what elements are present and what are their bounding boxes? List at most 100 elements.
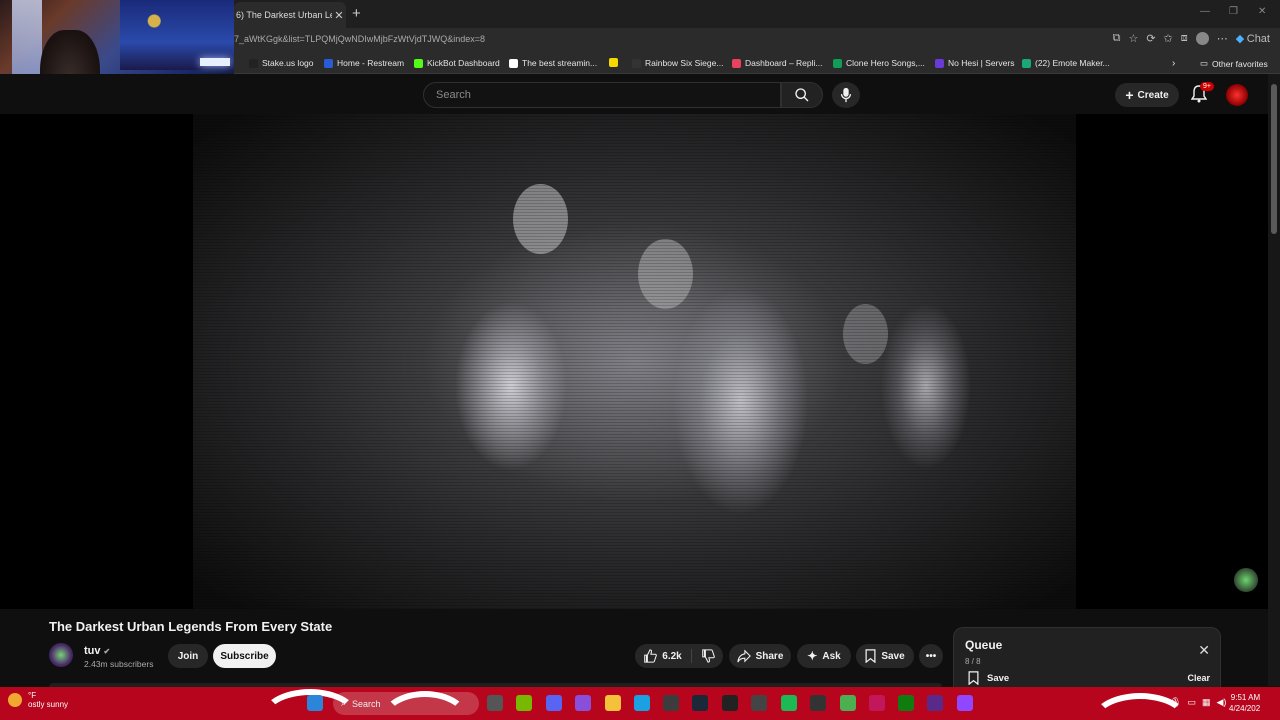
new-tab-icon[interactable]: + [352, 5, 361, 22]
bookmark-label: The best streamin... [522, 58, 598, 68]
thumbs-up-icon [644, 649, 658, 663]
more-actions-button[interactable]: ••• [919, 644, 943, 668]
network-icon: ▦ [1201, 697, 1211, 707]
voice-search-button[interactable] [832, 82, 860, 108]
maximize-icon[interactable]: ❐ [1229, 6, 1238, 17]
account-avatar[interactable] [1226, 84, 1248, 106]
join-button[interactable]: Join [168, 644, 208, 668]
microphone-icon [840, 87, 852, 103]
search-icon [795, 88, 809, 102]
system-tray[interactable]: 🎙 ▭ ▦ ◀) [1170, 697, 1226, 708]
subscribe-label: Subscribe [220, 650, 269, 662]
file-explorer-icon[interactable] [605, 695, 621, 711]
bookmark-favicon [632, 58, 641, 68]
scrollbar-thumb[interactable] [1271, 84, 1277, 234]
edge-icon[interactable] [634, 695, 650, 711]
volume-icon: ◀) [1216, 697, 1227, 707]
start-icon[interactable] [307, 695, 323, 711]
close-icon[interactable]: ✕ [1198, 642, 1210, 659]
app-b-icon[interactable] [840, 695, 856, 711]
other-favorites-label: Other favorites [1212, 58, 1268, 69]
weather-widget[interactable]: °F ostly sunny [8, 691, 68, 709]
copilot-chat-button[interactable]: ◆ Chat [1236, 32, 1270, 45]
ask-button[interactable]: ✦ Ask [797, 644, 851, 668]
verified-icon: ✔ [103, 647, 111, 656]
save-button[interactable]: Save [856, 644, 914, 668]
video-player[interactable] [0, 114, 1268, 609]
channel-watermark[interactable] [1234, 568, 1258, 592]
favorite-star-icon[interactable]: ☆ [1128, 32, 1138, 45]
profile-avatar[interactable] [1195, 32, 1209, 45]
search-input[interactable]: Search [423, 82, 781, 108]
join-label: Join [177, 650, 199, 662]
taskbar-search[interactable]: ⌕ Search [333, 692, 479, 715]
close-tab-icon[interactable]: ✕ [332, 9, 346, 22]
taskbar-clock[interactable]: 9:51 AM 4/24/202 [1229, 692, 1260, 714]
video-frame [193, 114, 1076, 609]
split-screen-icon[interactable]: ⧉ [1113, 32, 1121, 45]
bookmark-item[interactable]: (22) Emote Maker... [1022, 58, 1110, 68]
other-favorites[interactable]: ▭ Other favorites [1200, 58, 1268, 69]
thumbs-down-icon[interactable] [701, 649, 715, 663]
copilot-icon[interactable] [575, 695, 591, 711]
bookmark-label: Dashboard – Repli... [745, 58, 823, 68]
more-menu-icon[interactable]: ⋯ [1217, 32, 1228, 45]
twitch-icon[interactable] [957, 695, 973, 711]
notification-badge: 9+ [1200, 82, 1214, 91]
app-slash-icon[interactable] [869, 695, 885, 711]
bookmark-favicon [249, 58, 258, 68]
channel-avatar[interactable] [49, 643, 73, 667]
close-window-icon[interactable]: ✕ [1258, 6, 1266, 17]
nvidia-icon[interactable] [516, 695, 532, 711]
obs-icon[interactable] [722, 695, 738, 711]
create-button[interactable]: + Create [1115, 83, 1179, 107]
queue-clear-button[interactable]: Clear [1187, 673, 1210, 683]
windows-taskbar: °F ostly sunny ⌕ Search 🎙 ▭ ▦ ◀) 9:51 AM… [0, 687, 1280, 720]
bookmark-item[interactable]: Home - Restream [324, 58, 404, 68]
bookmark-item[interactable]: Rainbow Six Siege... [632, 58, 723, 68]
like-dislike-group: 6.2k [635, 644, 723, 668]
bookmark-item[interactable]: KickBot Dashboard [414, 58, 500, 68]
like-button[interactable]: 6.2k [643, 649, 682, 663]
share-button[interactable]: Share [729, 644, 791, 668]
share-label: Share [755, 650, 784, 662]
minimize-icon[interactable]: — [1200, 6, 1210, 17]
bookmark-favicon [414, 58, 423, 68]
collections-icon[interactable]: ⧈ [1181, 32, 1188, 45]
bookmark-item[interactable]: Stake.us logo [249, 58, 314, 68]
bookmark-item[interactable] [609, 58, 622, 67]
xbox-icon[interactable] [898, 695, 914, 711]
browser-tab-active[interactable]: 6) The Darkest Urban Lege ✕ [234, 2, 346, 28]
search-icon: ⌕ [341, 698, 347, 708]
video-title: The Darkest Urban Legends From Every Sta… [49, 619, 333, 634]
bookmarks-overflow-icon[interactable]: › [1172, 58, 1175, 69]
bookmark-item[interactable]: No Hesi | Servers [935, 58, 1014, 68]
store-icon[interactable] [663, 695, 679, 711]
search-button[interactable] [781, 82, 823, 108]
bookmark-favicon [509, 58, 518, 68]
subscribe-button[interactable]: Subscribe [213, 644, 276, 668]
app-p-icon[interactable] [927, 695, 943, 711]
taskbar-search-label: Search [352, 698, 381, 709]
settings-icon[interactable] [751, 695, 767, 711]
bookmark-item[interactable]: Dashboard – Repli... [732, 58, 823, 68]
bookmark-label: (22) Emote Maker... [1035, 58, 1110, 68]
url-field[interactable]: 7_aWtKGgk&list=TLPQMjQwNDIwMjbFzWtVjdTJW… [234, 34, 485, 44]
sparkle-icon: ✦ [807, 649, 818, 663]
channel-name[interactable]: tuv ✔ [84, 645, 110, 657]
spotify-icon[interactable] [781, 695, 797, 711]
favorites-icon[interactable]: ✩ [1164, 32, 1173, 45]
clock-date: 4/24/202 [1229, 704, 1261, 713]
bookmark-item[interactable]: Clone Hero Songs,... [833, 58, 925, 68]
task-view-icon[interactable] [487, 695, 503, 711]
4k-app-icon[interactable] [810, 695, 826, 711]
webcam-window-light [12, 0, 42, 80]
page-scrollbar[interactable] [1268, 74, 1280, 686]
monitor-icon: ▭ [1187, 697, 1196, 707]
discord-icon[interactable] [546, 695, 562, 711]
queue-save-button[interactable]: Save [968, 671, 1009, 685]
bookmark-item[interactable]: The best streamin... [509, 58, 597, 68]
channel-name-text: tuv [84, 645, 101, 657]
extensions-icon[interactable]: ⟳ [1146, 32, 1155, 45]
steam-icon[interactable] [692, 695, 708, 711]
